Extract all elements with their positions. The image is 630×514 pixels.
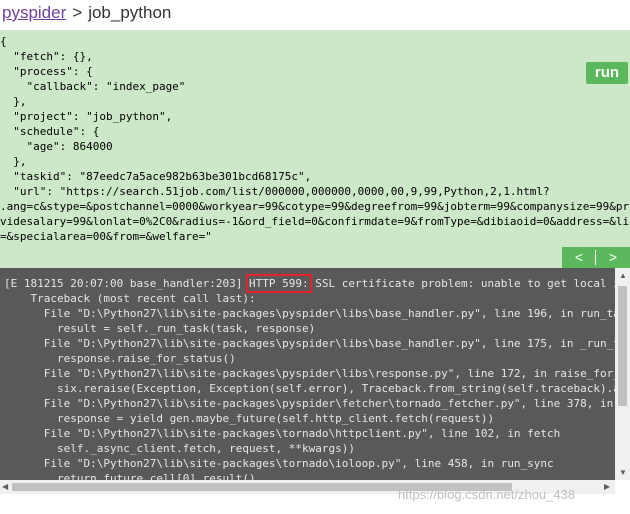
vertical-scroll-thumb[interactable]	[618, 286, 627, 406]
scroll-left-arrow-icon[interactable]: ◀	[2, 482, 8, 491]
log-line: File "D:\Python27\lib\site-packages\pysp…	[4, 307, 615, 320]
log-line: File "D:\Python27\lib\site-packages\pysp…	[4, 337, 615, 350]
code-line: },	[0, 95, 27, 108]
log-line: Traceback (most recent call last):	[4, 292, 256, 305]
log-line: six.reraise(Exception, Exception(self.er…	[56, 382, 615, 395]
log-line: File "D:\Python27\lib\site-packages\pysp…	[4, 367, 615, 380]
watermark-text: https://blog.csdn.net/zhou_438	[398, 487, 576, 502]
code-line: {	[0, 35, 7, 48]
task-editor[interactable]: { "fetch": {}, "process": { "callback": …	[0, 30, 630, 268]
code-line: =&specialarea=00&from=&welfare="	[0, 230, 212, 243]
code-line: "process": {	[0, 65, 93, 78]
header-bar: pyspider > job_python	[0, 0, 630, 30]
code-line: "age": 864000	[0, 140, 113, 153]
scroll-up-arrow-icon[interactable]: ▲	[619, 271, 627, 280]
scroll-right-arrow-icon[interactable]: ▶	[604, 482, 610, 491]
next-button[interactable]: >	[596, 247, 630, 268]
code-line: "callback": "index_page"	[0, 80, 186, 93]
code-line: },	[0, 155, 27, 168]
prev-button[interactable]: <	[562, 247, 596, 268]
code-line: videsalary=99&lonlat=0%2C0&radius=-1&ord…	[0, 215, 630, 228]
log-panel[interactable]: [E 181215 20:07:00 base_handler:203] HTT…	[0, 268, 615, 480]
log-line: return future_cell[0].result()	[4, 472, 256, 480]
run-button[interactable]: run	[586, 62, 628, 84]
breadcrumb-separator: >	[72, 3, 83, 22]
log-line: self._async_client.fetch, request, **kwa…	[4, 442, 355, 455]
code-line: "fetch": {},	[0, 50, 93, 63]
log-line-prefix: [E 181215 20:07:00 base_handler:203]	[4, 277, 250, 290]
log-line: File "D:\Python27\lib\site-packages\torn…	[4, 457, 554, 470]
project-name: job_python	[88, 3, 172, 22]
code-line: .ang=c&stype=&postchannel=0000&workyear=…	[0, 200, 630, 213]
log-line: File "D:\Python27\lib\site-packages\pysp…	[43, 397, 614, 410]
log-line-suffix: SSL certificate problem: unable to get l…	[315, 277, 615, 290]
pyspider-home-link[interactable]: pyspider	[2, 3, 66, 22]
log-output: [E 181215 20:07:00 base_handler:203] HTT…	[4, 274, 615, 480]
log-line: File "D:\Python27\lib\site-packages\torn…	[4, 427, 561, 440]
log-line: response = yield gen.maybe_future(self.h…	[4, 412, 495, 425]
log-vertical-scrollbar[interactable]: ▲ ▼	[615, 268, 630, 480]
log-line: response.raise_for_status()	[4, 352, 236, 365]
http-error-highlight: HTTP 599:	[246, 274, 312, 293]
code-line: "taskid": "87eedc7a5ace982b63be301bcd681…	[0, 170, 312, 183]
code-line: "schedule": {	[0, 125, 100, 138]
task-json-code[interactable]: { "fetch": {}, "process": { "callback": …	[0, 34, 630, 244]
scroll-down-arrow-icon[interactable]: ▼	[619, 468, 627, 477]
code-line: "url": "https://search.51job.com/list/00…	[0, 185, 550, 198]
breadcrumb: pyspider > job_python	[2, 3, 171, 23]
pager-buttons: < >	[562, 247, 630, 268]
code-line: "project": "job_python",	[0, 110, 173, 123]
log-line: result = self._run_task(task, response)	[4, 322, 316, 335]
